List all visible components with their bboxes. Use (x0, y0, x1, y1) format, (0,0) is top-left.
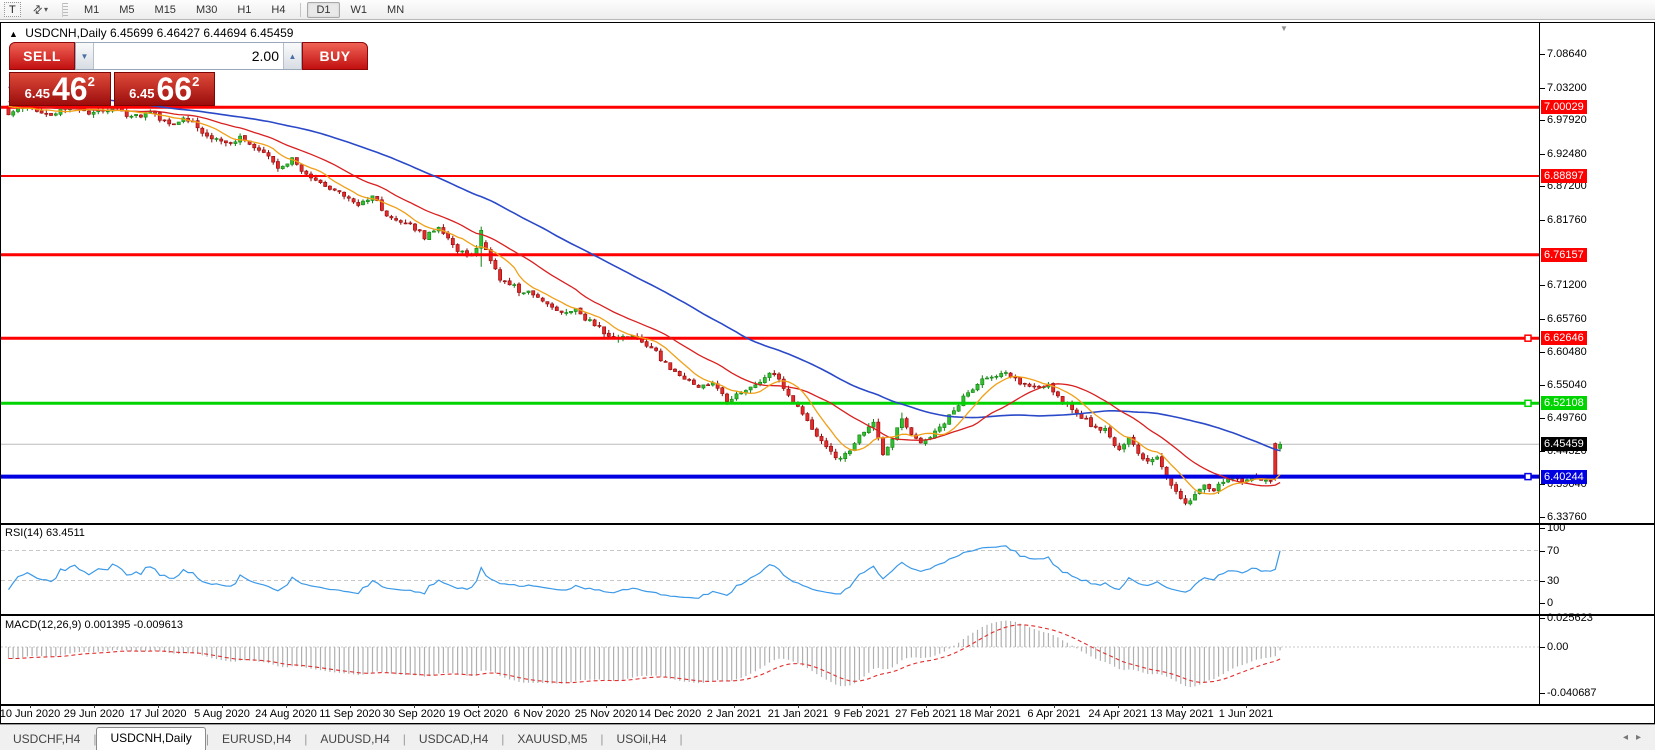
date-label: 9 Feb 2021 (834, 708, 890, 720)
sell-price-box[interactable]: 6.45 46 2 (9, 72, 111, 106)
date-label: 19 Oct 2020 (448, 708, 508, 720)
price-axis-tick: 6.33760 (1547, 511, 1587, 523)
timeframe-button-m1[interactable]: M1 (75, 2, 108, 18)
macd-label: MACD(12,26,9) 0.001395 -0.009613 (5, 619, 183, 631)
price-axis-tick: 7.03200 (1547, 82, 1587, 94)
tab-separator: | (680, 732, 683, 750)
sell-price-point: 2 (88, 74, 95, 89)
macd-axis-tick: 0.00 (1547, 641, 1568, 653)
current-price-label: 6.45459 (1541, 437, 1587, 451)
price-axis-tick: 6.92480 (1547, 148, 1587, 160)
rsi-axis-tick: 0 (1547, 597, 1553, 609)
date-axis[interactable]: 10 Jun 2020 29 Jun 2020 17 Jul 2020 5 Aug 2… (1, 706, 1654, 723)
symbol-period-label: USDCNH,Daily (25, 26, 106, 40)
price-axis-tick: 6.65760 (1547, 313, 1587, 325)
price-axis-tick: 6.71200 (1547, 279, 1587, 291)
volume-input[interactable] (94, 43, 283, 69)
chart-tab-audusd[interactable]: AUDUSD,H4 (307, 729, 402, 750)
buy-price-point: 2 (192, 74, 199, 89)
top-toolbar: T ⇄ ▾ M1M5M15M30H1H4 D1W1MN (0, 0, 1655, 20)
sell-price-prefix: 6.45 (25, 86, 50, 101)
date-label: 11 Sep 2020 (319, 708, 381, 720)
chart-tab-bar: USDCHF,H4|USDCNH,Daily|EURUSD,H4|AUDUSD,… (0, 724, 1655, 750)
date-label: 6 Apr 2021 (1027, 708, 1080, 720)
buy-price-prefix: 6.45 (129, 86, 154, 101)
date-label: 21 Jan 2021 (768, 708, 829, 720)
chart-tab-eurusd[interactable]: EURUSD,H4 (209, 729, 304, 750)
chart-tab-usdcnh[interactable]: USDCNH,Daily (96, 727, 205, 750)
timeframe-button-m5[interactable]: M5 (110, 2, 143, 18)
chart-title: ▲ USDCNH,Daily 6.45699 6.46427 6.44694 6… (9, 26, 293, 40)
volume-increase-button[interactable]: ▲ (283, 43, 301, 69)
hline-price-label[interactable]: 6.62646 (1541, 331, 1587, 345)
date-label: 24 Apr 2021 (1088, 708, 1147, 720)
timeframe-button-w1[interactable]: W1 (342, 2, 377, 18)
timeframe-button-d1[interactable]: D1 (307, 2, 339, 18)
collapse-icon[interactable]: ▲ (9, 29, 18, 39)
rsi-pane[interactable] (1, 525, 1539, 614)
sell-price-pips: 46 (52, 74, 88, 104)
price-axis-tick: 6.60480 (1547, 346, 1587, 358)
rsi-axis-tick: 30 (1547, 575, 1559, 587)
buy-button[interactable]: BUY (302, 42, 368, 70)
buy-price-box[interactable]: 6.45 66 2 (114, 72, 216, 106)
hline-price-label[interactable]: 7.00029 (1541, 100, 1587, 114)
chart-shift-marker[interactable]: ▼ (1280, 24, 1288, 33)
date-label: 14 Dec 2020 (639, 708, 701, 720)
rsi-label: RSI(14) 63.4511 (5, 527, 85, 539)
rsi-axis-tick: 100 (1547, 522, 1565, 534)
date-label: 30 Sep 2020 (383, 708, 445, 720)
chart-tab-usoil[interactable]: USOil,H4 (604, 729, 680, 750)
date-label: 6 Nov 2020 (514, 708, 570, 720)
toolbar-drag-handle (62, 3, 68, 17)
text-tool-button[interactable]: T (4, 2, 21, 17)
arrows-tool-button[interactable]: ⇄ ▾ (29, 2, 52, 17)
chart-tab-usdcad[interactable]: USDCAD,H4 (406, 729, 501, 750)
hline-price-label[interactable]: 6.52108 (1541, 396, 1587, 410)
timeframe-button-m15[interactable]: M15 (146, 2, 185, 18)
timeframe-button-h4[interactable]: H4 (262, 2, 294, 18)
toolbar-separator (300, 3, 301, 17)
price-axis-tick: 6.55040 (1547, 379, 1587, 391)
timeframe-button-m30[interactable]: M30 (187, 2, 226, 18)
price-axis-tick: 6.97920 (1547, 114, 1587, 126)
hline-price-label[interactable]: 6.40244 (1541, 470, 1587, 484)
date-label: 1 Jun 2021 (1219, 708, 1273, 720)
price-axis-tick: 6.81760 (1547, 214, 1587, 226)
date-label: 25 Nov 2020 (575, 708, 637, 720)
tab-scroll-arrows[interactable]: ◂▸ (1623, 732, 1649, 743)
timeframe-group: M1M5M15M30H1H4 D1W1MN (74, 2, 414, 18)
hline-price-label[interactable]: 6.76157 (1541, 248, 1587, 262)
volume-decrease-button[interactable]: ▼ (76, 43, 94, 69)
date-label: 27 Feb 2021 (895, 708, 957, 720)
date-label: 29 Jun 2020 (64, 708, 125, 720)
sell-button[interactable]: SELL (9, 42, 75, 70)
macd-pane[interactable] (1, 616, 1539, 704)
volume-stepper: ▼ ▲ (75, 42, 302, 70)
buy-price-pips: 66 (156, 74, 192, 104)
timeframe-button-mn[interactable]: MN (378, 2, 413, 18)
date-label: 17 Jul 2020 (130, 708, 187, 720)
hline-price-label[interactable]: 6.88897 (1541, 169, 1587, 183)
date-label: 13 May 2021 (1150, 708, 1214, 720)
ohlc-values: 6.45699 6.46427 6.44694 6.45459 (110, 26, 294, 40)
price-axis-tick: 6.49760 (1547, 412, 1587, 424)
date-label: 18 Mar 2021 (959, 708, 1021, 720)
date-label: 5 Aug 2020 (194, 708, 250, 720)
chart-window: 7.086407.032006.979206.924806.872006.817… (0, 22, 1655, 724)
timeframe-button-h1[interactable]: H1 (228, 2, 260, 18)
date-label: 24 Aug 2020 (255, 708, 317, 720)
chart-tab-usdchf[interactable]: USDCHF,H4 (0, 729, 93, 750)
chart-tab-xauusd[interactable]: XAUUSD,M5 (504, 729, 600, 750)
rsi-axis-tick: 70 (1547, 545, 1559, 557)
price-axis[interactable]: 7.086407.032006.979206.924806.872006.817… (1540, 23, 1654, 705)
date-label: 2 Jan 2021 (707, 708, 761, 720)
one-click-trade-panel: SELL ▼ ▲ BUY 6.45 46 2 6.45 66 2 (9, 42, 215, 106)
macd-axis-tick: -0.040687 (1547, 687, 1597, 699)
price-axis-tick: 7.08640 (1547, 48, 1587, 60)
macd-axis-tick: 0.025623 (1547, 612, 1593, 624)
arrows-icon: ⇄ (29, 2, 45, 18)
date-label: 10 Jun 2020 (0, 708, 60, 720)
price-chart-pane[interactable] (1, 23, 1539, 523)
